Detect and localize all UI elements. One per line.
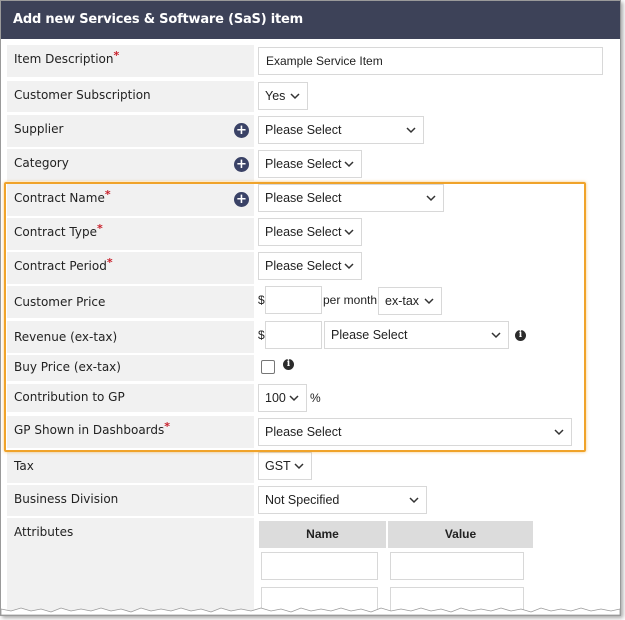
chevron-down-icon: [424, 298, 434, 305]
select-value: Please Select: [265, 157, 342, 171]
buy-price-label: Buy Price (ex-tax): [7, 355, 254, 381]
label-text: Customer Subscription: [14, 88, 151, 102]
contract-name-select[interactable]: Please Select: [258, 184, 444, 212]
label-text: Business Division: [14, 492, 119, 506]
chevron-down-icon: [409, 497, 419, 504]
torn-edge: [1, 607, 620, 615]
attributes-name-header: Name: [259, 521, 386, 548]
label-text: Contract Period: [14, 259, 107, 273]
customer-subscription-select[interactable]: Yes: [258, 82, 308, 110]
label-text: Revenue (ex-tax): [14, 330, 118, 344]
buy-price-checkbox[interactable]: [261, 360, 275, 374]
select-value: Yes: [265, 89, 286, 103]
contract-name-label: Contract Name*: [7, 184, 254, 216]
customer-subscription-label: Customer Subscription: [7, 81, 254, 112]
select-value: 100: [265, 391, 286, 405]
select-value: Please Select: [265, 225, 342, 239]
label-text: GP Shown in Dashboards: [14, 423, 165, 437]
gp-dashboards-label: GP Shown in Dashboards*: [7, 416, 254, 448]
contribution-label: Contribution to GP: [7, 384, 254, 412]
chevron-down-icon: [289, 395, 299, 402]
select-value: GST: [265, 459, 291, 473]
sas-item-dialog: Add new Services & Software (SaS) item I…: [0, 0, 621, 616]
select-value: Please Select: [265, 123, 342, 137]
select-value: Please Select: [331, 328, 408, 342]
chevron-down-icon: [554, 429, 564, 436]
supplier-label: Supplier: [7, 115, 254, 147]
chevron-down-icon: [344, 229, 354, 236]
customer-price-tax-select[interactable]: ex-tax: [378, 287, 442, 315]
customer-price-input[interactable]: [265, 286, 322, 314]
add-supplier-icon[interactable]: +: [234, 123, 249, 138]
required-marker: *: [106, 256, 113, 269]
add-contract-name-icon[interactable]: +: [234, 192, 249, 207]
attribute-name-input[interactable]: [261, 552, 378, 580]
revenue-input[interactable]: [265, 321, 322, 349]
attributes-label: Attributes: [7, 518, 254, 615]
gp-dashboards-select[interactable]: Please Select: [258, 418, 572, 446]
dialog-title: Add new Services & Software (SaS) item: [1, 1, 620, 39]
percent-unit: %: [310, 391, 321, 405]
buy-price-info-icon[interactable]: i: [283, 359, 294, 370]
chevron-down-icon: [491, 332, 501, 339]
chevron-down-icon: [290, 93, 300, 100]
required-marker: *: [104, 188, 111, 201]
select-value: ex-tax: [385, 294, 420, 308]
attribute-value-input[interactable]: [390, 552, 524, 580]
revenue-info-icon[interactable]: i: [515, 330, 526, 341]
per-month-text: per month: [323, 293, 378, 307]
business-division-label: Business Division: [7, 485, 254, 516]
chevron-down-icon: [344, 263, 354, 270]
required-marker: *: [97, 222, 103, 235]
select-value: Please Select: [265, 191, 342, 205]
contribution-select[interactable]: 100: [258, 384, 307, 412]
attributes-value-header: Value: [388, 521, 533, 548]
label-text: Tax: [14, 459, 34, 473]
label-text: Contribution to GP: [14, 390, 125, 404]
label-text: Buy Price (ex-tax): [14, 360, 121, 374]
chevron-down-icon: [294, 463, 304, 470]
label-text: Item Description: [14, 52, 114, 66]
item-description-label: Item Description*: [7, 45, 254, 77]
business-division-select[interactable]: Not Specified: [258, 486, 427, 514]
label-text: Supplier: [14, 122, 64, 136]
customer-price-label: Customer Price: [7, 286, 254, 318]
select-value: Please Select: [265, 259, 342, 273]
required-marker: *: [164, 420, 171, 433]
revenue-label: Revenue (ex-tax): [7, 321, 254, 353]
contract-type-select[interactable]: Please Select: [258, 218, 362, 246]
add-category-icon[interactable]: +: [234, 157, 249, 172]
category-select[interactable]: Please Select: [258, 150, 362, 178]
tax-select[interactable]: GST: [258, 452, 312, 480]
label-text: Contract Type: [14, 225, 97, 239]
chevron-down-icon: [344, 161, 354, 168]
contract-type-label: Contract Type*: [7, 218, 254, 250]
chevron-down-icon: [406, 127, 416, 134]
required-marker: *: [113, 49, 120, 62]
label-text: Contract Name: [14, 191, 105, 205]
label-text: Category: [14, 156, 69, 170]
label-text: Customer Price: [14, 295, 106, 309]
select-value: Not Specified: [265, 493, 340, 507]
label-text: Attributes: [14, 525, 74, 539]
contract-period-label: Contract Period*: [7, 252, 254, 284]
currency-symbol: $: [258, 293, 265, 307]
item-description-input[interactable]: Example Service Item: [258, 47, 603, 75]
supplier-select[interactable]: Please Select: [258, 116, 424, 144]
currency-symbol: $: [258, 328, 265, 342]
contract-period-select[interactable]: Please Select: [258, 252, 362, 280]
tax-label: Tax: [7, 452, 254, 483]
revenue-select[interactable]: Please Select: [324, 321, 509, 349]
category-label: Category: [7, 149, 254, 181]
select-value: Please Select: [265, 425, 342, 439]
chevron-down-icon: [426, 195, 436, 202]
